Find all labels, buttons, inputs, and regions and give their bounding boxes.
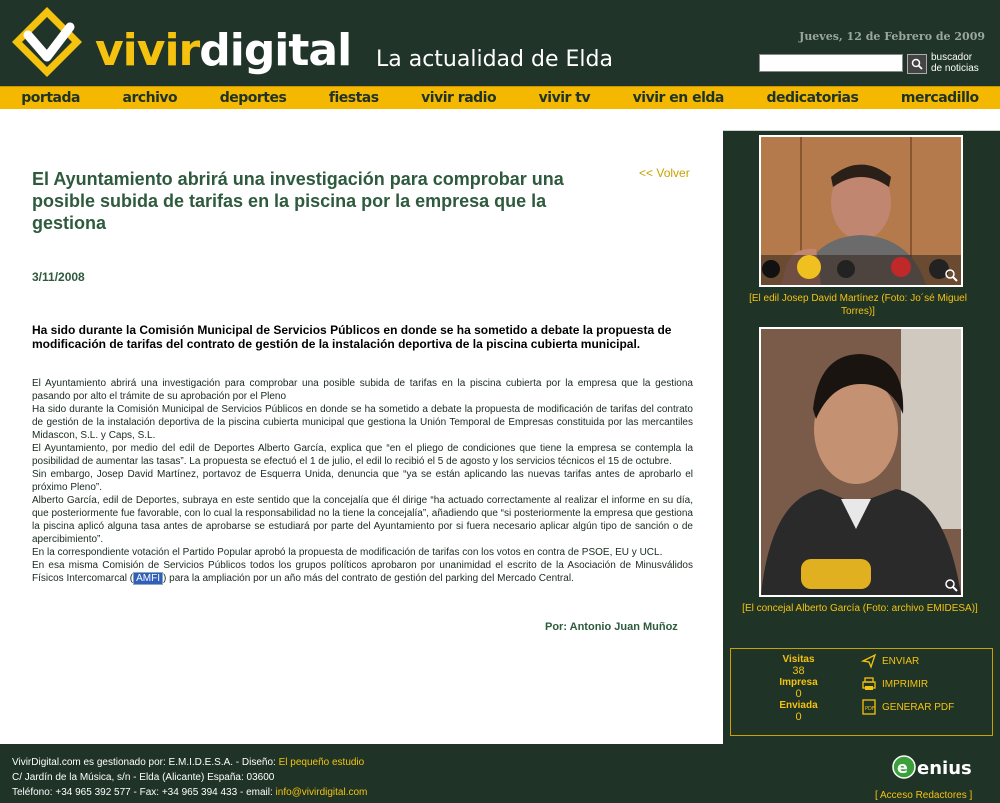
impresa-label: Impresa xyxy=(779,677,818,688)
article-body: El Ayuntamiento abrirá una investigación… xyxy=(32,377,693,585)
stats-box: Visitas 38 Impresa 0 Enviada 0 ENVIAR IM… xyxy=(730,648,993,736)
nav-vivir-en-elda[interactable]: vivir en elda xyxy=(633,90,725,106)
back-link[interactable]: << Volver xyxy=(639,166,690,180)
site-header: vivirdigital La actualidad de Elda Jueve… xyxy=(0,0,1000,86)
article-paragraph: El Ayuntamiento, por medio del edil de D… xyxy=(32,443,693,467)
enviar-button[interactable]: ENVIAR xyxy=(861,653,919,669)
photo-caption-2: [El concejal Alberto García (Foto: archi… xyxy=(742,603,978,614)
svg-text:enius: enius xyxy=(917,758,972,779)
site-tagline: La actualidad de Elda xyxy=(376,47,613,72)
svg-text:e: e xyxy=(897,758,908,777)
article-paragraph: En esa misma Comisión de Servicios Públi… xyxy=(32,560,693,585)
search-input[interactable] xyxy=(759,54,903,72)
enviada-count: 0 xyxy=(795,711,802,723)
search-icon xyxy=(911,58,923,70)
nav-archivo[interactable]: archivo xyxy=(123,90,178,106)
photo-alberto-garcia[interactable] xyxy=(759,327,963,597)
photo-image xyxy=(761,329,961,595)
search-label: buscador de noticias xyxy=(931,52,979,74)
enviada-label: Enviada xyxy=(779,700,818,711)
print-icon xyxy=(862,677,876,690)
imprimir-button[interactable]: IMPRIMIR xyxy=(861,676,928,692)
article-date: 3/11/2008 xyxy=(32,270,85,284)
enius-logo[interactable]: e enius xyxy=(892,753,972,781)
article-author: Por: Antonio Juan Muñoz xyxy=(545,621,678,633)
article-title: El Ayuntamiento abrirá una investigación… xyxy=(32,169,564,233)
current-date: Jueves, 12 de Febrero de 2009 xyxy=(799,30,985,43)
pdf-icon: PDF xyxy=(862,699,876,715)
photo-caption-1: [El edil Josep David Martínez (Foto: Jo´… xyxy=(749,293,967,317)
article-panel: El Ayuntamiento abrirá una investigación… xyxy=(0,130,723,744)
site-footer: VivirDigital.com es gestionado por: E.M.… xyxy=(12,757,368,798)
zoom-icon[interactable] xyxy=(944,578,958,592)
search-button[interactable] xyxy=(907,54,927,74)
logo-diamond-icon xyxy=(12,7,82,77)
email-link[interactable]: info@vivirdigital.com xyxy=(276,787,368,798)
nav-deportes[interactable]: deportes xyxy=(220,90,287,106)
nav-vivir-radio[interactable]: vivir radio xyxy=(421,90,496,106)
access-redactores-link[interactable]: [ Acceso Redactores ] xyxy=(875,790,972,801)
photo-josep-david[interactable] xyxy=(759,135,963,287)
site-logo[interactable]: vivirdigital xyxy=(10,5,352,80)
article-lead: Ha sido durante la Comisión Municipal de… xyxy=(32,323,672,351)
send-icon xyxy=(861,653,877,669)
nav-fiestas[interactable]: fiestas xyxy=(329,90,379,106)
visitas-label: Visitas xyxy=(782,654,815,665)
article-paragraph: Ha sido durante la Comisión Municipal de… xyxy=(32,404,693,441)
article-paragraph: El Ayuntamiento abrirá una investigación… xyxy=(32,378,693,402)
enius-logo-icon: e enius xyxy=(892,755,972,779)
nav-portada[interactable]: portada xyxy=(21,90,80,106)
logo-wordmark: vivirdigital xyxy=(95,25,352,76)
nav-mercadillo[interactable]: mercadillo xyxy=(901,90,979,106)
nav-vivir-tv[interactable]: vivir tv xyxy=(539,90,591,106)
article-paragraph: En la correspondiente votación el Partid… xyxy=(32,547,663,558)
zoom-icon[interactable] xyxy=(944,268,958,282)
main-nav: portada archivo deportes fiestas vivir r… xyxy=(0,86,1000,110)
amfi-highlight: AMFI xyxy=(133,572,164,585)
svg-text:PDF: PDF xyxy=(865,706,875,712)
photo-image xyxy=(761,137,961,285)
impresa-count: 0 xyxy=(795,688,802,700)
visitas-count: 38 xyxy=(792,665,805,677)
nav-dedicatorias[interactable]: dedicatorias xyxy=(766,90,858,106)
pdf-button[interactable]: PDF GENERAR PDF xyxy=(861,699,954,715)
article-paragraph: Alberto García, edil de Deportes, subray… xyxy=(32,495,693,545)
studio-link[interactable]: El pequeño estudio xyxy=(279,757,365,768)
sub-nav-bar xyxy=(0,109,1000,131)
article-paragraph: Sin embargo, Josep David Martínez, porta… xyxy=(32,469,693,493)
